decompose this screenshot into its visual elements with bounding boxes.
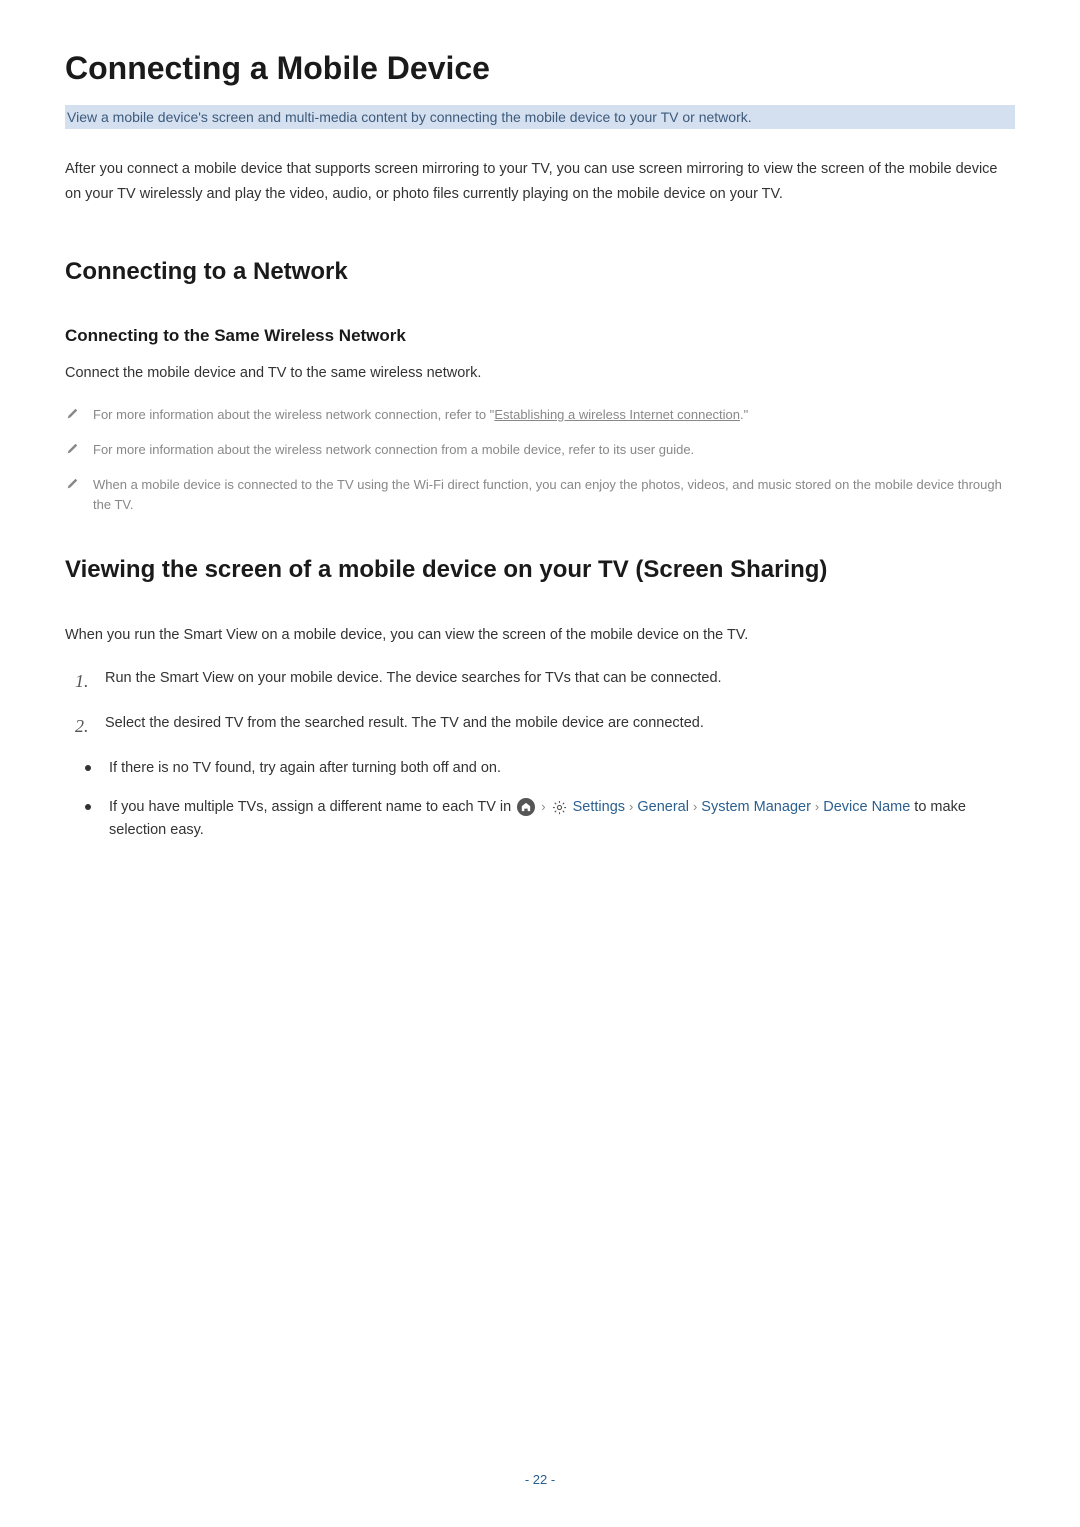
bullet-text: If you have multiple TVs, assign a diffe…: [109, 796, 1015, 842]
note-text: When a mobile device is connected to the…: [93, 475, 1015, 517]
link-wireless-connection[interactable]: Establishing a wireless Internet connect…: [494, 407, 740, 422]
home-icon: [517, 798, 535, 816]
pencil-note-icon: [65, 442, 79, 456]
chevron-right-icon: ›: [693, 797, 697, 818]
section-connecting-network: Connecting to a Network: [65, 258, 1015, 286]
note-text: For more information about the wireless …: [93, 405, 1015, 426]
bullet-dot-icon: [85, 765, 91, 771]
note-item: For more information about the wireless …: [65, 405, 1015, 426]
nav-device-name: Device Name: [823, 799, 910, 815]
intro-text: After you connect a mobile device that s…: [65, 157, 1015, 208]
chevron-right-icon: ›: [629, 797, 633, 818]
page-number: - 22 -: [525, 1472, 555, 1487]
main-title: Connecting a Mobile Device: [65, 50, 1015, 87]
body-connect-same: Connect the mobile device and TV to the …: [65, 362, 1015, 385]
bullet-item: If there is no TV found, try again after…: [65, 757, 1015, 780]
bullet-item: If you have multiple TVs, assign a diffe…: [65, 796, 1015, 842]
nav-system-manager: System Manager: [701, 799, 811, 815]
pencil-note-icon: [65, 477, 79, 491]
chevron-right-icon: ›: [815, 797, 819, 818]
section2-intro: When you run the Smart View on a mobile …: [65, 624, 1015, 647]
chevron-right-icon: ›: [541, 797, 545, 818]
subtitle-highlight: View a mobile device's screen and multi-…: [65, 105, 1015, 129]
note-item: For more information about the wireless …: [65, 440, 1015, 461]
nav-settings: Settings: [573, 799, 625, 815]
note-text: For more information about the wireless …: [93, 440, 1015, 461]
steps-list: Run the Smart View on your mobile device…: [65, 667, 1015, 741]
bullet-dot-icon: [85, 804, 91, 810]
subsection-same-wireless: Connecting to the Same Wireless Network: [65, 326, 1015, 346]
section-screen-sharing: Viewing the screen of a mobile device on…: [65, 556, 1015, 584]
step-item: Run the Smart View on your mobile device…: [65, 667, 1015, 696]
note-item: When a mobile device is connected to the…: [65, 475, 1015, 517]
step-item: Select the desired TV from the searched …: [65, 712, 1015, 741]
nav-general: General: [637, 799, 689, 815]
bullet-text: If there is no TV found, try again after…: [109, 757, 1015, 780]
pencil-note-icon: [65, 407, 79, 421]
gear-icon: [552, 800, 567, 815]
